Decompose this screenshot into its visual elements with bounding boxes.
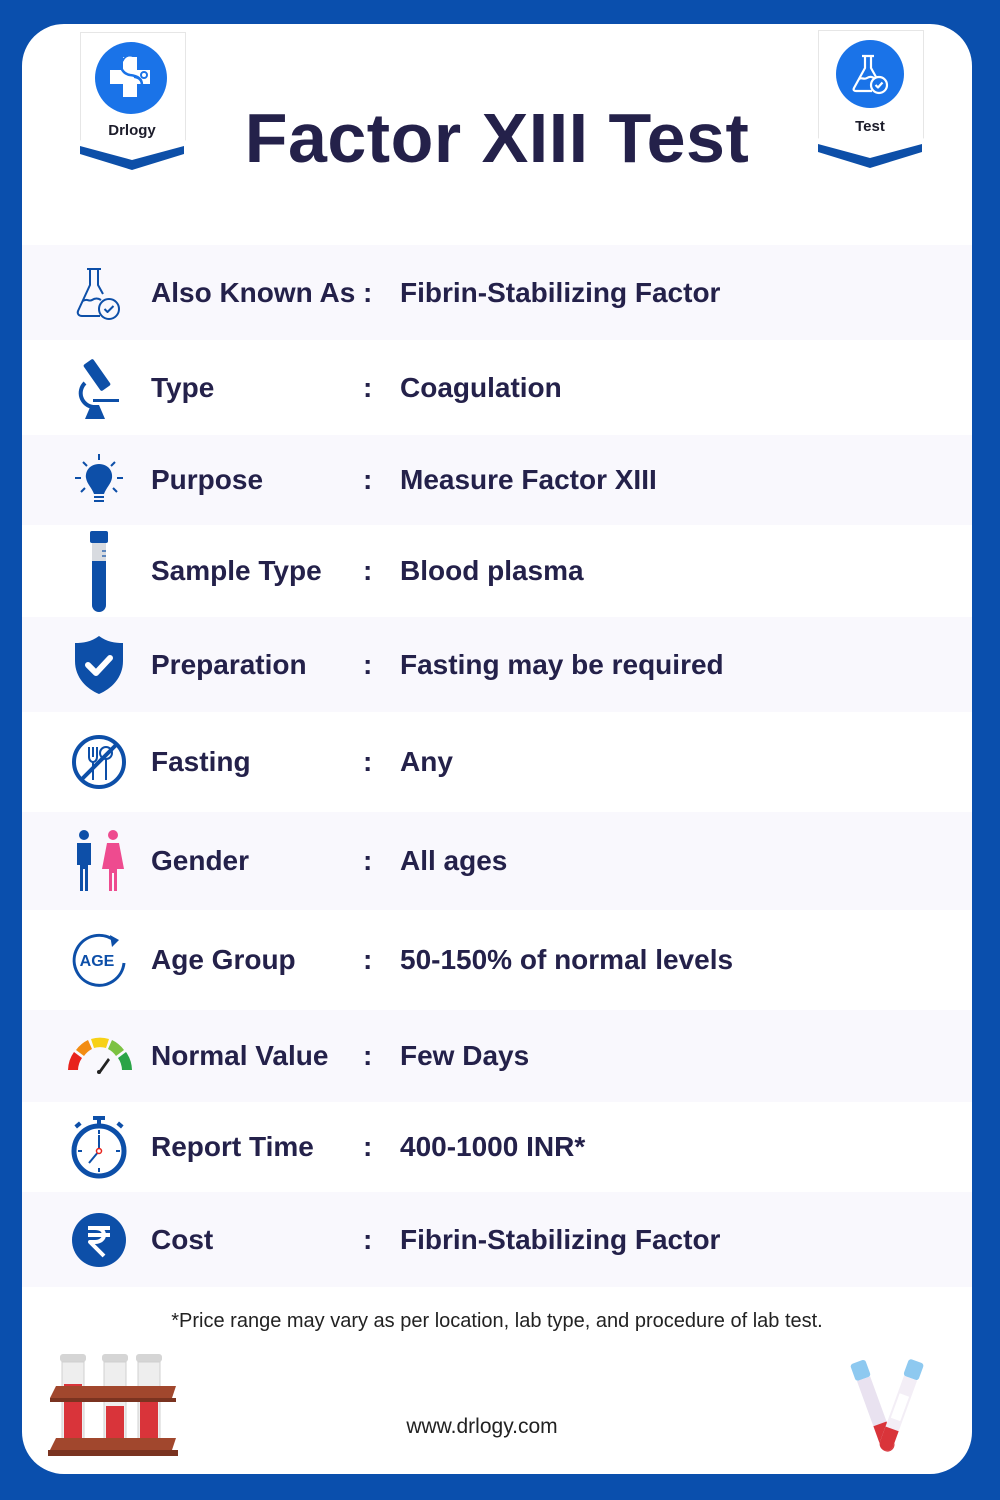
infographic-card: Drlogy Factor XIII Test Test Also Known … — [22, 24, 972, 1474]
row-colon: : — [363, 1131, 373, 1162]
row-label: Sample Type — [151, 555, 322, 586]
svg-text:AGE: AGE — [80, 953, 115, 970]
row-label: Preparation — [151, 648, 307, 680]
table-row: Preparation : Fasting may be required — [22, 617, 972, 712]
table-row: Sample Type : Blood plasma — [22, 525, 972, 617]
row-label: Report Time — [151, 1131, 314, 1162]
shield-check-icon — [64, 630, 134, 700]
test-tube-rack-icon — [48, 1354, 178, 1456]
table-row: Cost : Fibrin-Stabilizing Factor — [22, 1192, 972, 1287]
badge-chevron — [818, 144, 922, 168]
row-colon: : — [363, 1040, 373, 1071]
row-label: Fasting — [151, 746, 251, 777]
row-label: Cost — [151, 1223, 214, 1255]
info-table: Also Known As : Fibrin-Stabilizing Facto… — [22, 245, 972, 1287]
table-row: Purpose : Measure Factor XIII — [22, 435, 972, 525]
row-colon: : — [363, 845, 373, 876]
row-colon: : — [363, 1223, 373, 1255]
gauge-meter-icon — [64, 1021, 136, 1091]
flask-check-icon — [836, 40, 904, 108]
row-label: Normal Value — [151, 1040, 329, 1071]
row-value: Fibrin-Stabilizing Factor — [400, 1223, 721, 1255]
row-label: Type — [151, 371, 215, 403]
row-value: Few Days — [400, 1040, 530, 1071]
row-colon: : — [363, 746, 373, 777]
row-value: Coagulation — [400, 371, 562, 403]
row-colon: : — [363, 371, 373, 403]
table-row: Also Known As : Fibrin-Stabilizing Facto… — [22, 245, 972, 340]
badge-label: Test — [855, 118, 885, 135]
row-label: Gender — [151, 845, 250, 876]
no-food-icon — [64, 727, 134, 797]
test-badge: Test — [818, 30, 924, 168]
row-colon: : — [363, 648, 373, 680]
test-tube-icon — [64, 528, 134, 614]
row-value: 50-150% of normal levels — [400, 944, 734, 975]
row-value: Any — [400, 746, 453, 777]
row-label: Purpose — [151, 464, 264, 495]
row-value: Blood plasma — [400, 555, 584, 586]
table-row: Report Time : 400-1000 INR* — [22, 1102, 972, 1192]
row-value: Measure Factor XIII — [400, 464, 657, 495]
table-row: AGE Age Group : 50-150% of normal levels — [22, 910, 972, 1010]
row-value: All ages — [400, 845, 508, 876]
age-cycle-icon: AGE — [64, 925, 134, 995]
microscope-icon — [64, 353, 134, 423]
row-colon: : — [363, 555, 373, 586]
table-row: Normal Value : Few Days — [22, 1010, 972, 1102]
flask-check-icon — [64, 258, 134, 328]
lightbulb-icon — [64, 445, 134, 515]
crossed-blood-tubes-icon — [850, 1359, 924, 1452]
row-label: Also Known As — [151, 276, 356, 308]
row-colon: : — [363, 944, 373, 975]
row-colon: : — [363, 276, 373, 308]
rupee-icon — [64, 1205, 134, 1275]
male-female-icon — [64, 826, 134, 896]
row-colon: : — [363, 464, 373, 495]
stopwatch-icon — [64, 1112, 134, 1182]
row-value: Fasting may be required — [400, 648, 724, 680]
table-row: Fasting : Any — [22, 712, 972, 812]
row-value: Fibrin-Stabilizing Factor — [400, 276, 721, 308]
price-disclaimer: *Price range may vary as per location, l… — [171, 1310, 823, 1332]
table-row: Gender : All ages — [22, 812, 972, 910]
website-link[interactable]: www.drlogy.com — [22, 1415, 942, 1439]
table-row: Type : Coagulation — [22, 340, 972, 435]
row-label: Age Group — [151, 944, 296, 975]
row-value: 400-1000 INR* — [400, 1131, 586, 1162]
